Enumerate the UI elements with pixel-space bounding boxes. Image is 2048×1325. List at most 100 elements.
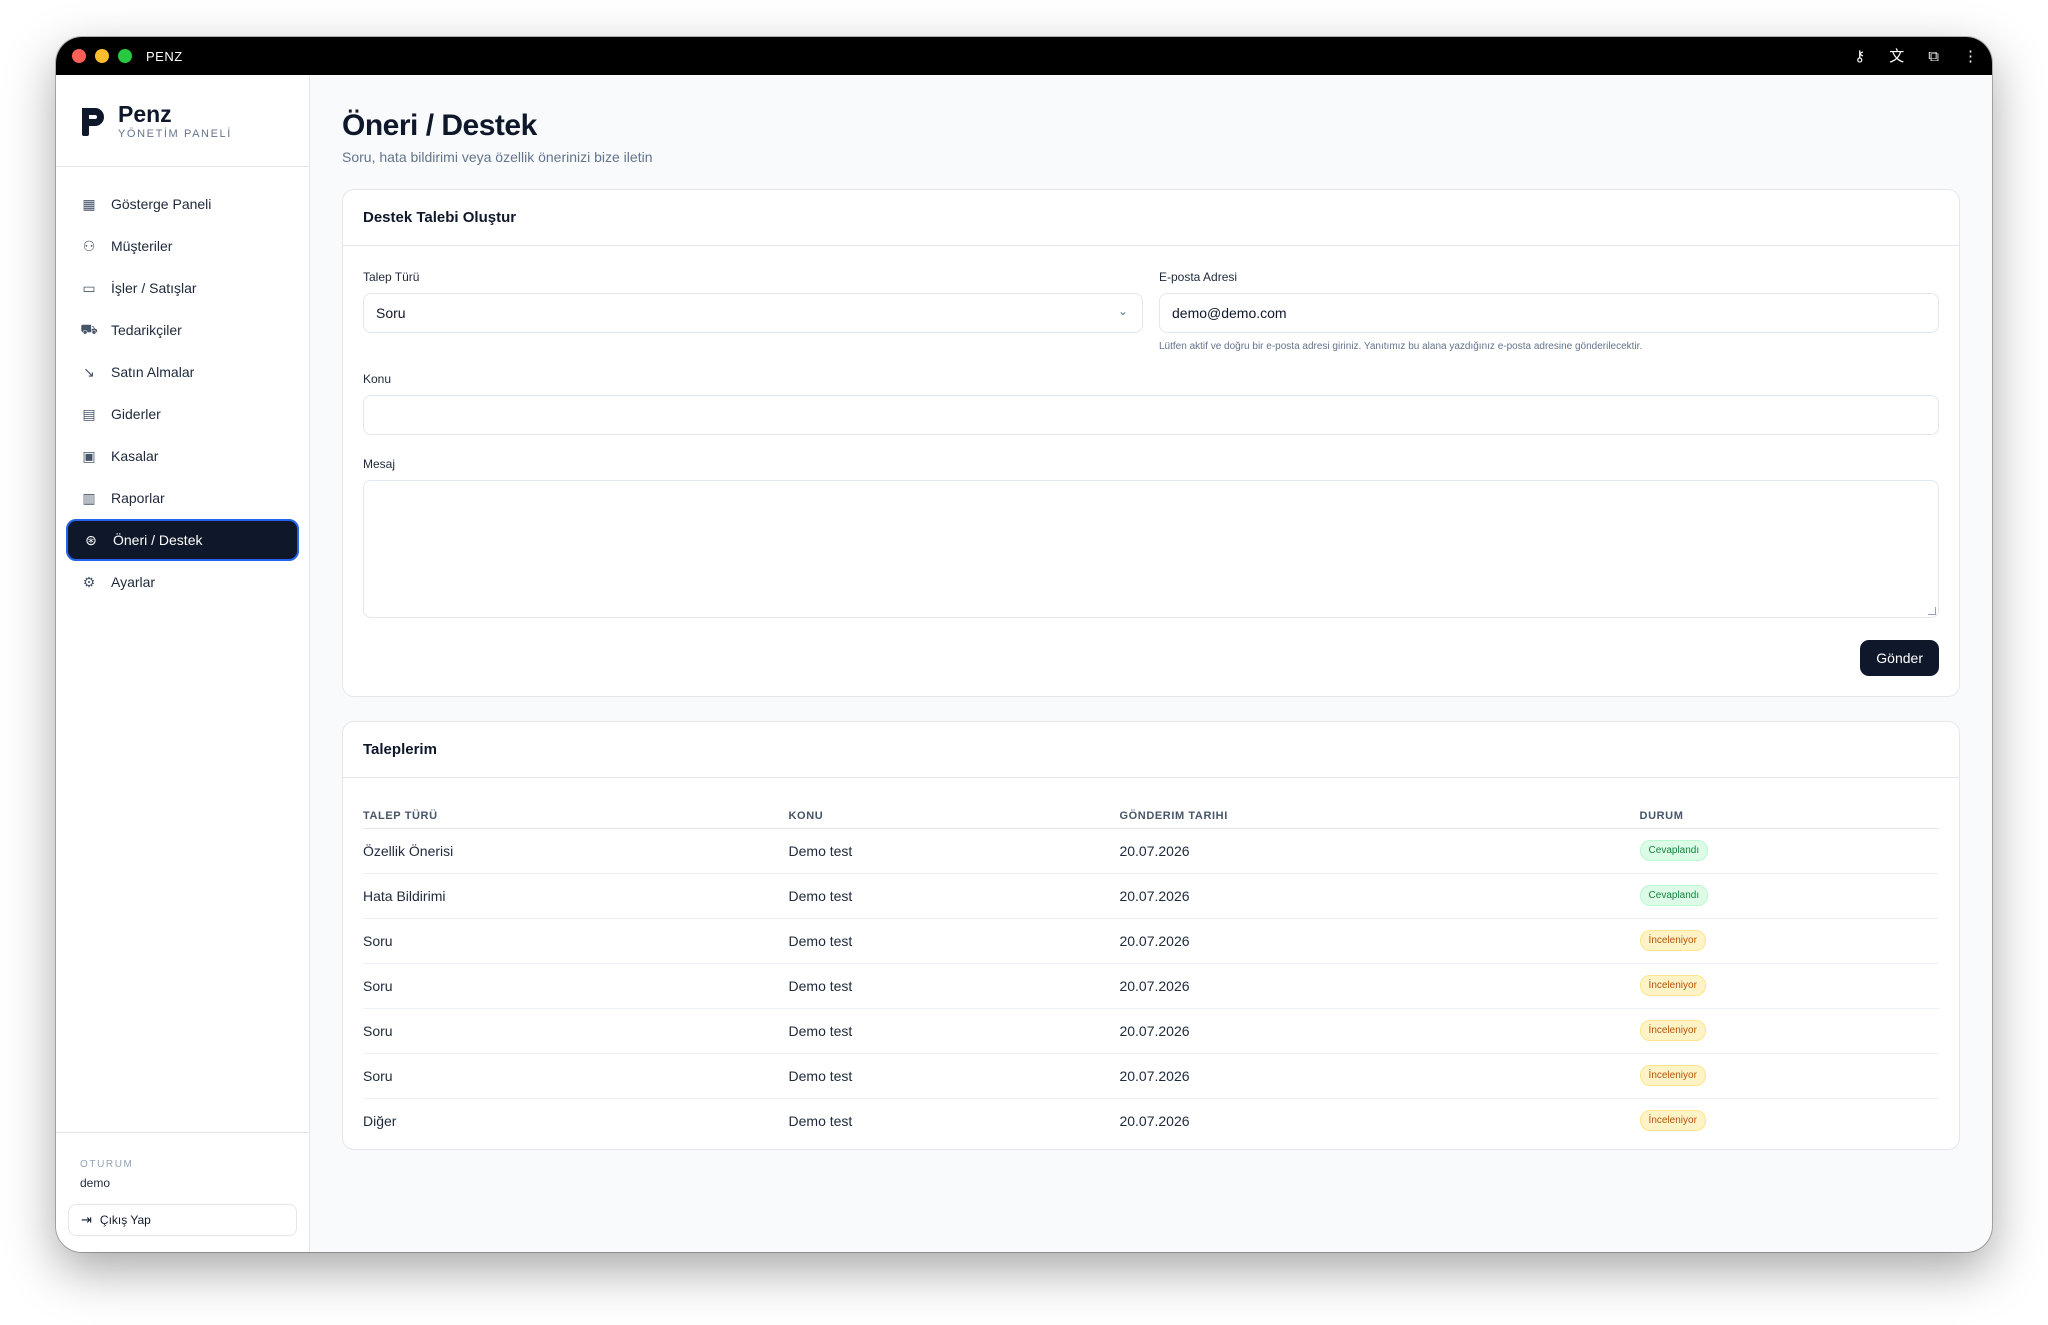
- cell-subject: Demo test: [788, 963, 1120, 1009]
- logout-label: Çıkış Yap: [99, 1213, 151, 1227]
- sidebar-item-label: Ayarlar: [111, 574, 156, 590]
- close-window-button[interactable]: [72, 49, 86, 63]
- penz-logo-icon: [80, 104, 108, 138]
- subject-input[interactable]: [363, 395, 1939, 435]
- subject-label: Konu: [363, 372, 392, 386]
- cell-type: Soru: [363, 963, 789, 1009]
- more-vertical-icon[interactable]: ⋮: [1963, 49, 1978, 64]
- sidebar-item-label: Gösterge Paneli: [111, 196, 212, 212]
- email-value: demo@demo.com: [1172, 305, 1287, 321]
- users-icon: ⚇: [82, 237, 96, 254]
- brand[interactable]: Penz YÖNETİM PANELİ: [56, 75, 309, 167]
- sidebar: Penz YÖNETİM PANELİ ▦ Gösterge Paneli ⚇ …: [56, 75, 310, 1252]
- table-row[interactable]: Soru Demo test 20.07.2026 İnceleniyor: [363, 1008, 1939, 1054]
- sidebar-item-reports[interactable]: ▥ Raporlar: [66, 477, 299, 519]
- email-input[interactable]: demo@demo.com: [1159, 293, 1939, 333]
- session-panel: OTURUM demo ⇥ Çıkış Yap: [56, 1132, 309, 1252]
- gear-icon: ⚙: [82, 573, 96, 590]
- status-badge: İnceleniyor: [1639, 1110, 1706, 1132]
- receipt-icon: ▤: [82, 405, 96, 422]
- sidebar-item-label: Raporlar: [111, 490, 165, 506]
- translate-icon[interactable]: 文: [1889, 49, 1904, 64]
- request-type-field: Talep Türü Soru ⌄: [363, 270, 1143, 352]
- table-header-row: TALEP TÜRÜ KONU GÖNDERIM TARIHI DURUM: [363, 794, 1939, 829]
- status-badge: Cevaplandı: [1639, 840, 1709, 861]
- sidebar-item-suppliers[interactable]: ⛟ Tedarikçiler: [66, 309, 299, 351]
- cell-subject: Demo test: [788, 1008, 1120, 1054]
- sidebar-item-label: Öneri / Destek: [113, 532, 203, 548]
- table-row[interactable]: Soru Demo test 20.07.2026 İnceleniyor: [363, 918, 1939, 964]
- requests-card: Taleplerim TALEP TÜRÜ KONU GÖNDERIM TARI…: [342, 721, 1960, 1150]
- title-bar-icons: ⚷ 文 ⧉ ⋮: [1854, 37, 1978, 75]
- request-type-select[interactable]: Soru ⌄: [363, 293, 1143, 333]
- folder-icon: ▭: [82, 279, 96, 296]
- table-row[interactable]: Diğer Demo test 20.07.2026 İnceleniyor: [363, 1098, 1939, 1143]
- sidebar-item-cash[interactable]: ▣ Kasalar: [66, 435, 299, 477]
- cell-type: Özellik Önerisi: [363, 828, 789, 874]
- logout-button[interactable]: ⇥ Çıkış Yap: [68, 1204, 297, 1236]
- key-icon[interactable]: ⚷: [1854, 49, 1865, 64]
- cell-subject: Demo test: [788, 873, 1120, 919]
- window-title: PENZ: [146, 48, 183, 64]
- column-header: GÖNDERIM TARIHI: [1119, 794, 1640, 829]
- message-textarea[interactable]: [363, 480, 1939, 618]
- maximize-window-button[interactable]: [118, 49, 132, 63]
- truck-icon: ⛟: [80, 320, 98, 337]
- status-badge: İnceleniyor: [1639, 930, 1706, 951]
- sidebar-item-label: Giderler: [111, 406, 161, 422]
- sidebar-item-customers[interactable]: ⚇ Müşteriler: [66, 225, 299, 267]
- cell-type: Soru: [363, 1008, 789, 1054]
- dashboard-icon: ▦: [82, 195, 96, 212]
- session-user: demo: [80, 1176, 111, 1190]
- request-type-label: Talep Türü: [363, 270, 420, 284]
- status-badge: Cevaplandı: [1639, 885, 1709, 906]
- sidebar-item-support[interactable]: ⊛ Öneri / Destek: [66, 519, 299, 561]
- sidebar-item-label: Satın Almalar: [111, 364, 195, 380]
- status-badge: İnceleniyor: [1639, 1065, 1706, 1086]
- cell-date: 20.07.2026: [1119, 1008, 1640, 1054]
- sidebar-nav: ▦ Gösterge Paneli ⚇ Müşteriler ▭ İşler /…: [56, 167, 309, 603]
- sidebar-item-dashboard[interactable]: ▦ Gösterge Paneli: [66, 183, 299, 225]
- subject-field: Konu: [363, 372, 1939, 435]
- resize-handle-icon[interactable]: [1928, 607, 1936, 615]
- sidebar-item-settings[interactable]: ⚙ Ayarlar: [66, 561, 299, 603]
- cell-date: 20.07.2026: [1119, 1112, 1190, 1129]
- brand-subtitle: YÖNETİM PANELİ: [118, 127, 232, 140]
- sidebar-item-sales[interactable]: ▭ İşler / Satışlar: [66, 267, 299, 309]
- cell-date: 20.07.2026: [1119, 963, 1640, 1009]
- main-content: Öneri / Destek Soru, hata bildirimi veya…: [310, 75, 1992, 1252]
- submit-button[interactable]: Gönder: [1860, 640, 1939, 676]
- requests-table: TALEP TÜRÜ KONU GÖNDERIM TARIHI DURUM Öz…: [363, 794, 1939, 1143]
- message-label: Mesaj: [363, 457, 396, 471]
- sidebar-item-label: Müşteriler: [111, 238, 173, 254]
- message-field: Mesaj: [363, 457, 1939, 618]
- cell-subject: Demo test: [788, 828, 1120, 874]
- cell-type: Soru: [363, 918, 789, 964]
- table-row[interactable]: Soru Demo test 20.07.2026 İnceleniyor: [363, 1053, 1939, 1099]
- sidebar-item-expenses[interactable]: ▤ Giderler: [66, 393, 299, 435]
- support-form-card: Destek Talebi Oluştur Talep Türü Soru ⌄ …: [342, 189, 1960, 697]
- table-row[interactable]: Hata Bildirimi Demo test 20.07.2026 Ceva…: [363, 873, 1939, 919]
- table-row[interactable]: Özellik Önerisi Demo test 20.07.2026 Cev…: [363, 828, 1939, 874]
- page-subtitle: Soru, hata bildirimi veya özellik önerin…: [342, 149, 653, 165]
- cell-type: Hata Bildirimi: [363, 873, 789, 919]
- request-type-value: Soru: [376, 305, 406, 321]
- minimize-window-button[interactable]: [95, 49, 109, 63]
- title-bar: PENZ ⚷ 文 ⧉ ⋮: [56, 37, 1992, 75]
- app-layout: Penz YÖNETİM PANELİ ▦ Gösterge Paneli ⚇ …: [56, 75, 1992, 1252]
- extension-icon[interactable]: ⧉: [1928, 49, 1939, 64]
- card-title: Taleplerim: [343, 722, 1959, 778]
- sidebar-item-label: Kasalar: [111, 448, 159, 464]
- lifebuoy-icon: ⊛: [85, 531, 97, 548]
- cell-date: 20.07.2026: [1119, 873, 1640, 919]
- table-row[interactable]: Soru Demo test 20.07.2026 İnceleniyor: [363, 963, 1939, 1009]
- email-label: E-posta Adresi: [1159, 270, 1238, 284]
- sidebar-item-purchases[interactable]: ↘ Satın Almalar: [66, 351, 299, 393]
- column-header: TALEP TÜRÜ: [363, 794, 789, 829]
- cell-type: Soru: [363, 1053, 789, 1099]
- cell-subject: Demo test: [788, 1053, 1120, 1099]
- email-hint: Lütfen aktif ve doğru bir e-posta adresi…: [1159, 341, 1643, 352]
- bar-chart-icon: ▥: [82, 489, 96, 506]
- page-title: Öneri / Destek: [342, 109, 537, 142]
- cell-date: 20.07.2026: [1119, 918, 1640, 964]
